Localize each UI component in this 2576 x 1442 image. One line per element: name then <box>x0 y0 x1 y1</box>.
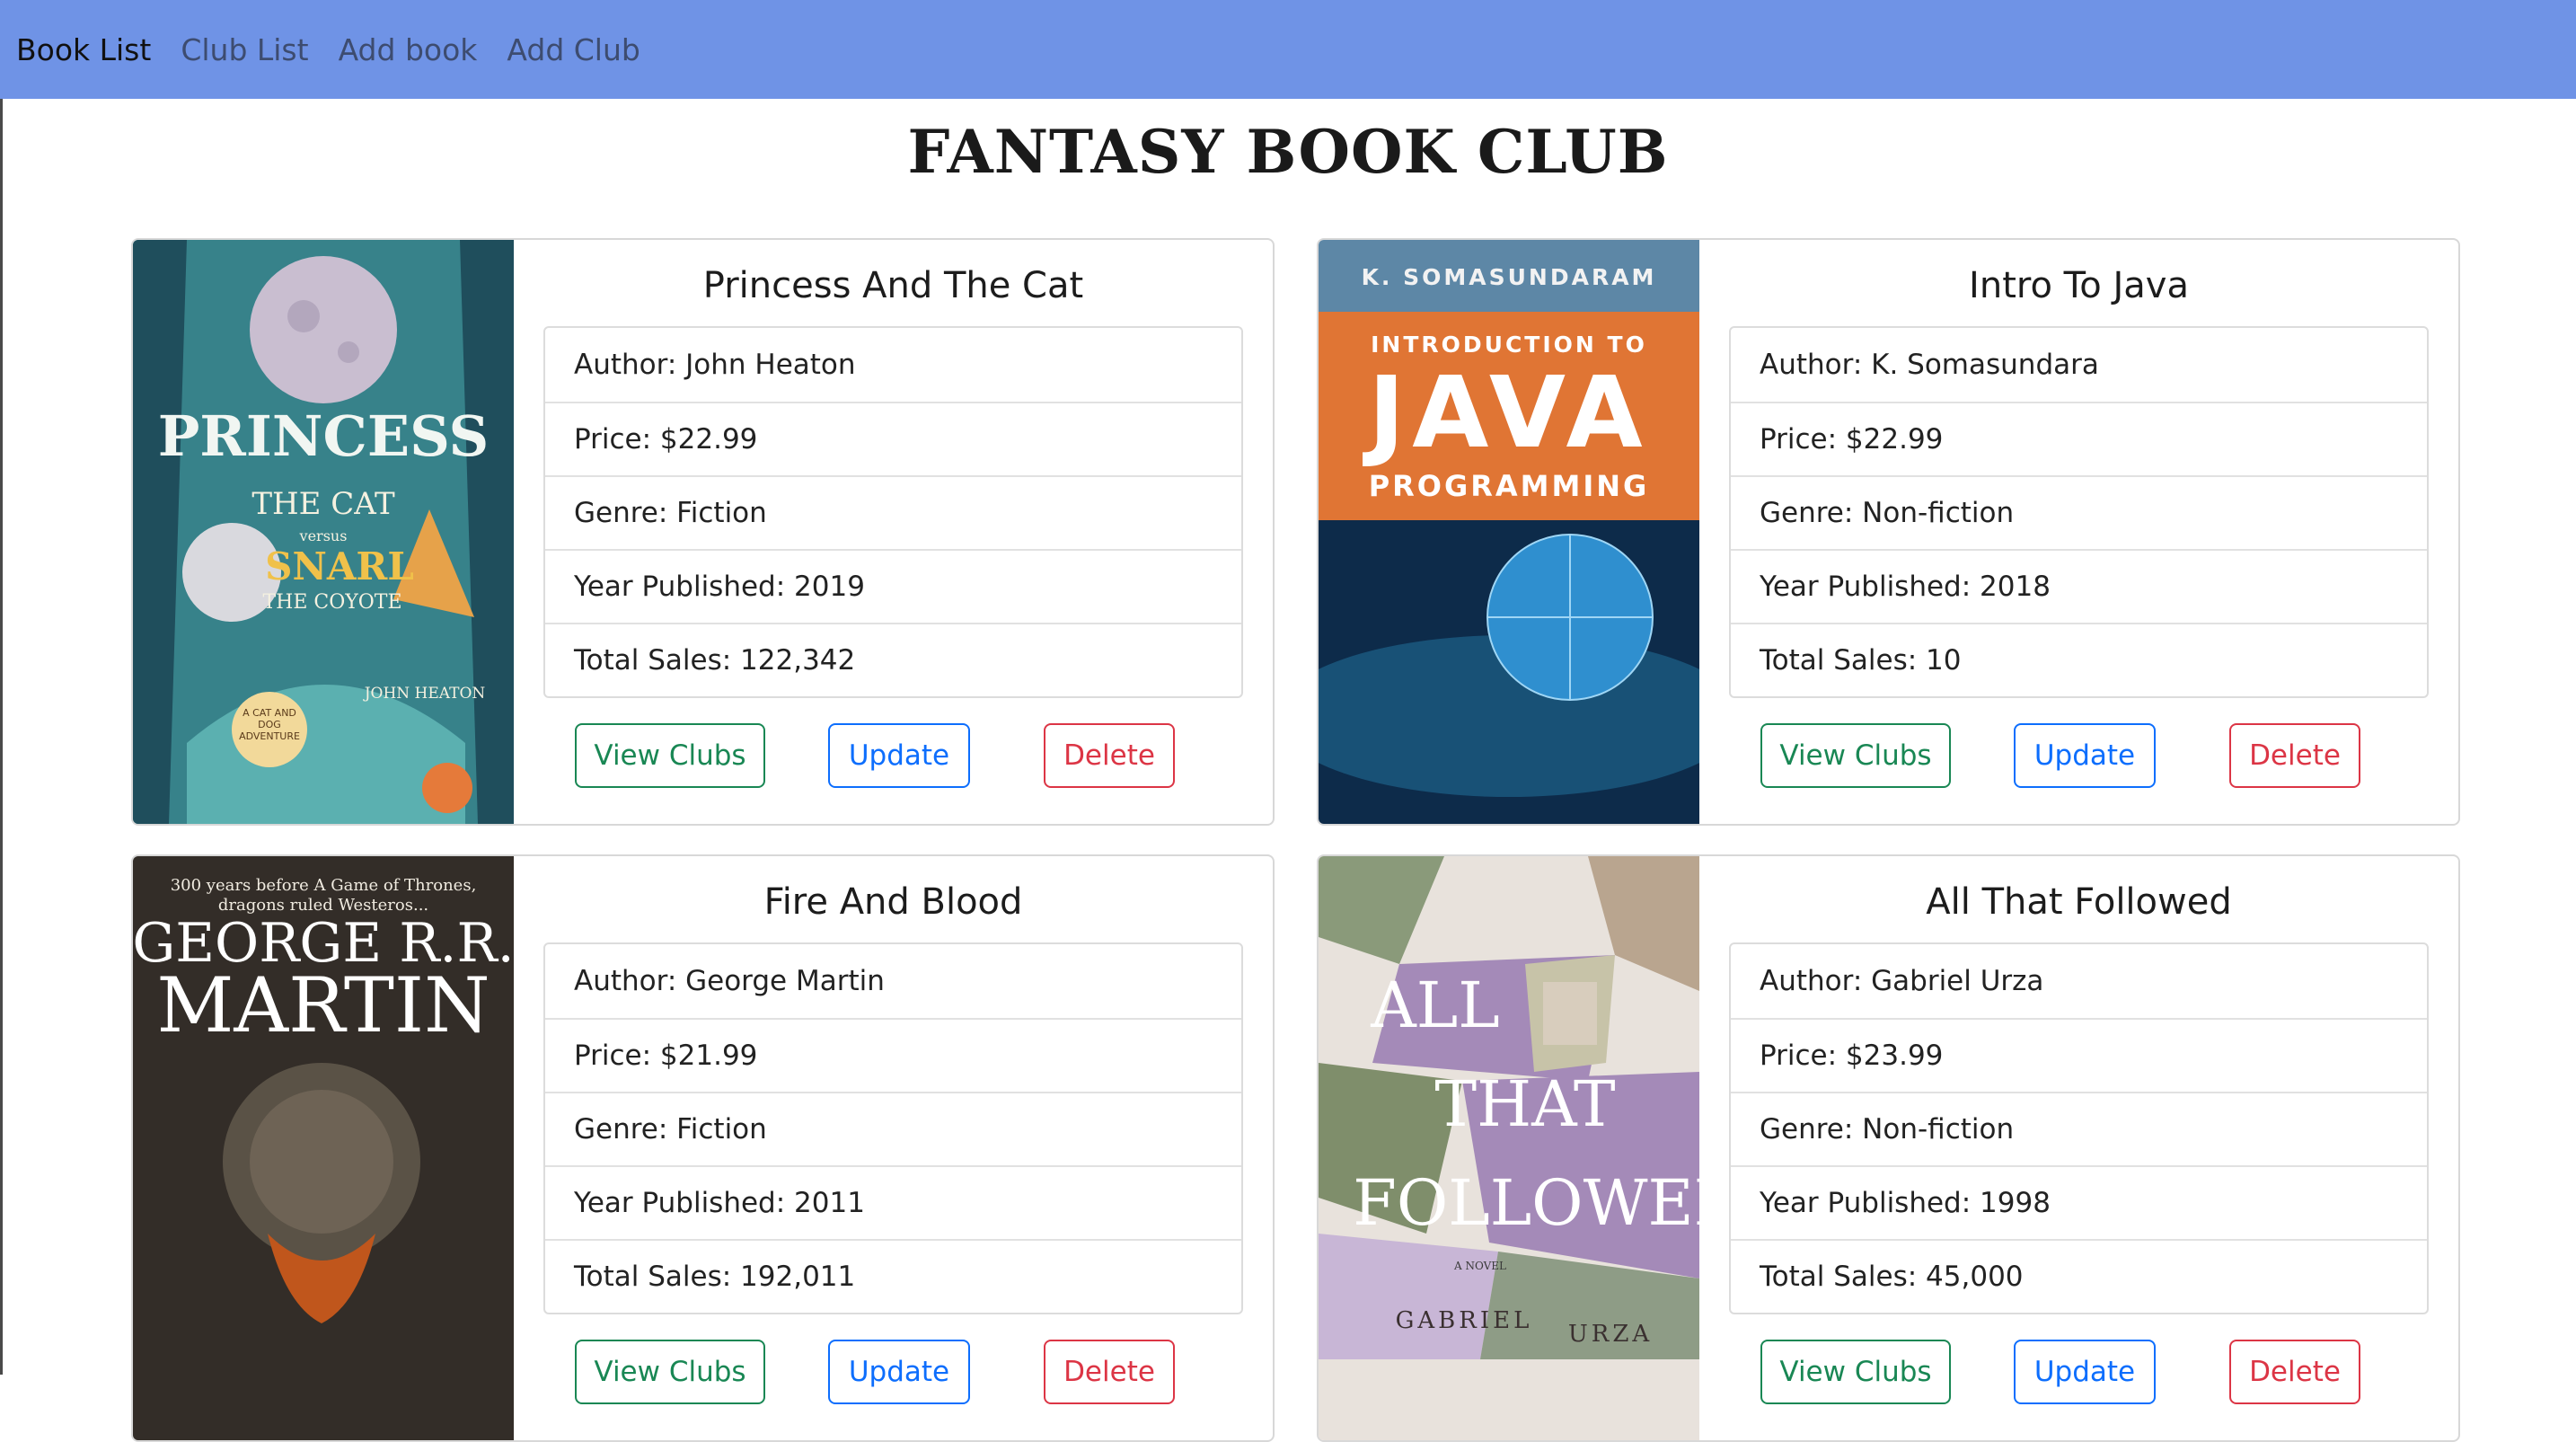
window-edge <box>0 0 3 1375</box>
cover-java-intro: INTRODUCTION TO <box>1371 332 1647 358</box>
delete-button[interactable]: Delete <box>1044 723 1175 788</box>
book-info-list: Author: K. Somasundara Price: $22.99 Gen… <box>1729 326 2429 698</box>
page-title: FANTASY BOOK CLUB <box>907 117 1669 187</box>
book-cover-image: K. SOMASUNDARAM INTRODUCTION TO JAVA PRO… <box>1319 240 1699 824</box>
book-title: Princess And The Cat <box>702 265 1084 306</box>
book-cover-image: ALL THAT FOLLOWED A NOVEL GABRIEL URZA <box>1319 856 1699 1440</box>
book-year: Year Published: 2018 <box>1731 549 2427 623</box>
cover-atf-line-1: ALL <box>1370 969 1500 1042</box>
cover-princess-snarl: SNARL <box>265 544 414 588</box>
nav-club-list[interactable]: Club List <box>181 32 308 67</box>
book-info-list: Author: Gabriel Urza Price: $23.99 Genre… <box>1729 942 2429 1314</box>
book-author: Author: George Martin <box>574 965 885 997</box>
cover-java-author: K. SOMASUNDARAM <box>1362 264 1657 290</box>
book-info-list: Author: George Martin Price: $21.99 Genr… <box>543 942 1243 1314</box>
book-card: PRINCESS THE CAT versus SNARL THE COYOTE… <box>131 238 1275 826</box>
nav-book-list[interactable]: Book List <box>16 32 151 67</box>
book-cover-image: 300 years before A Game of Thrones, drag… <box>133 856 514 1440</box>
navbar: Book List Club List Add book Add Club <box>0 0 2576 99</box>
nav-links: Book List Club List Add book Add Club <box>0 32 670 67</box>
book-author: Author: K. Somasundara <box>1760 349 2099 381</box>
view-clubs-button[interactable]: View Clubs <box>575 723 765 788</box>
book-price: Price: $23.99 <box>1731 1018 2427 1092</box>
cover-princess-sub: THE CAT <box>251 486 395 522</box>
book-card: ALL THAT FOLLOWED A NOVEL GABRIEL URZA A… <box>1317 854 2460 1442</box>
cover-atf-subtitle: A NOVEL <box>1453 1260 1506 1272</box>
nav-add-club[interactable]: Add Club <box>507 32 640 67</box>
nav-add-book[interactable]: Add book <box>339 32 478 67</box>
book-title: Intro To Java <box>1969 265 2189 306</box>
cover-java-title: JAVA <box>1362 355 1649 470</box>
view-clubs-button[interactable]: View Clubs <box>575 1340 765 1404</box>
book-genre: Genre: Fiction <box>545 1092 1241 1165</box>
book-card-body: All That Followed Author: Gabriel Urza P… <box>1699 856 2458 1440</box>
cover-atf-author-2: URZA <box>1568 1321 1653 1348</box>
book-card: K. SOMASUNDARAM INTRODUCTION TO JAVA PRO… <box>1317 238 2460 826</box>
book-cover-image: PRINCESS THE CAT versus SNARL THE COYOTE… <box>133 240 514 824</box>
book-author: Author: John Heaton <box>574 349 856 381</box>
cover-fab-tagline-1: 300 years before A Game of Thrones, <box>171 876 477 895</box>
book-genre: Genre: Non-fiction <box>1731 1092 2427 1165</box>
cover-princess-title: PRINCESS <box>158 403 490 469</box>
book-sales: Total Sales: 192,011 <box>545 1239 1241 1313</box>
book-card-body: Intro To Java Author: K. Somasundara Pri… <box>1699 240 2458 824</box>
book-year: Year Published: 2011 <box>545 1165 1241 1239</box>
book-info-list: Author: John Heaton Price: $22.99 Genre:… <box>543 326 1243 698</box>
cover-princess-badge: A CAT AND DOG ADVENTURE <box>239 707 300 742</box>
delete-button[interactable]: Delete <box>1044 1340 1175 1404</box>
cover-princess-coyote: THE COYOTE <box>262 591 401 614</box>
cover-princess-author: JOHN HEATON <box>363 685 486 703</box>
view-clubs-button[interactable]: View Clubs <box>1760 1340 1951 1404</box>
update-button[interactable]: Update <box>2014 1340 2156 1404</box>
cover-java-programming: PROGRAMMING <box>1369 469 1650 503</box>
book-sales: Total Sales: 45,000 <box>1731 1239 2427 1313</box>
book-sales: Total Sales: 10 <box>1731 623 2427 696</box>
update-button[interactable]: Update <box>828 723 970 788</box>
book-title: Fire And Blood <box>763 881 1023 923</box>
delete-button[interactable]: Delete <box>2229 723 2360 788</box>
book-sales: Total Sales: 122,342 <box>545 623 1241 696</box>
book-card-body: Princess And The Cat Author: John Heaton… <box>514 240 1273 824</box>
book-card: 300 years before A Game of Thrones, drag… <box>131 854 1275 1442</box>
book-author: Author: Gabriel Urza <box>1760 965 2044 997</box>
update-button[interactable]: Update <box>828 1340 970 1404</box>
book-genre: Genre: Non-fiction <box>1731 475 2427 549</box>
cover-atf-line-2: THAT <box>1434 1067 1615 1141</box>
cover-princess-versus: versus <box>299 527 348 544</box>
view-clubs-button[interactable]: View Clubs <box>1760 723 1951 788</box>
book-year: Year Published: 2019 <box>545 549 1241 623</box>
update-button[interactable]: Update <box>2014 723 2156 788</box>
book-year: Year Published: 1998 <box>1731 1165 2427 1239</box>
cover-atf-line-3: FOLLOWED <box>1353 1166 1699 1240</box>
book-genre: Genre: Fiction <box>545 475 1241 549</box>
book-title: All That Followed <box>1926 881 2232 923</box>
cover-atf-author-1: GABRIEL <box>1396 1307 1533 1334</box>
book-card-body: Fire And Blood Author: George Martin Pri… <box>514 856 1273 1440</box>
book-price: Price: $21.99 <box>545 1018 1241 1092</box>
book-price: Price: $22.99 <box>1731 402 2427 475</box>
book-price: Price: $22.99 <box>545 402 1241 475</box>
delete-button[interactable]: Delete <box>2229 1340 2360 1404</box>
cover-fab-author-2: MARTIN <box>156 961 490 1049</box>
